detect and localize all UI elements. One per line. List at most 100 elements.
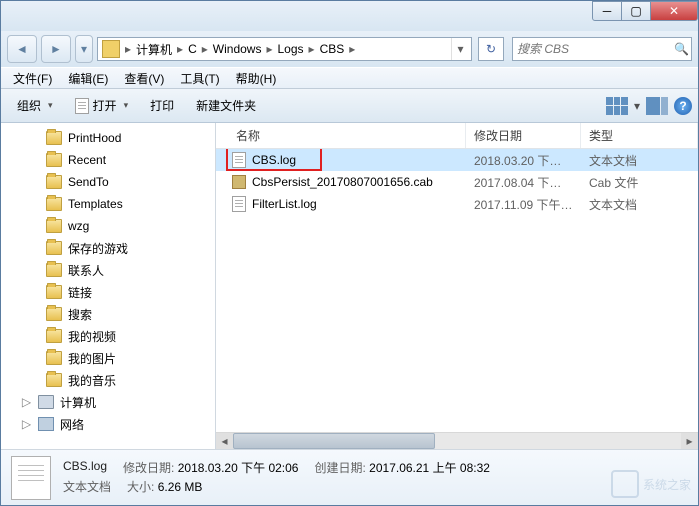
tree-item-label: 链接 bbox=[68, 284, 92, 301]
breadcrumb-cbs[interactable]: CBS bbox=[318, 38, 347, 60]
nav-row: ◄ ► ▾ ▸ 计算机 ▸ C ▸ Windows ▸ Logs ▸ CBS ▸… bbox=[1, 31, 698, 67]
preview-pane-button[interactable] bbox=[646, 97, 668, 115]
chevron-right-icon[interactable]: ▸ bbox=[174, 42, 186, 56]
details-pane: CBS.log 修改日期: 2018.03.20 下午 02:06 创建日期: … bbox=[1, 449, 698, 505]
organize-button[interactable]: 组织 bbox=[7, 93, 63, 118]
tree-item-label: 计算机 bbox=[60, 394, 96, 411]
folder-icon bbox=[46, 131, 62, 145]
file-type: Cab 文件 bbox=[581, 174, 698, 191]
scroll-thumb[interactable] bbox=[233, 433, 435, 449]
file-row[interactable]: CbsPersist_20170807001656.cab2017.08.04 … bbox=[216, 171, 698, 193]
view-mode-button[interactable] bbox=[606, 97, 628, 115]
file-icon bbox=[11, 456, 51, 500]
print-button[interactable]: 打印 bbox=[140, 93, 184, 118]
created-label: 创建日期: bbox=[314, 461, 365, 475]
chevron-right-icon[interactable]: ▸ bbox=[122, 42, 134, 56]
folder-icon bbox=[46, 219, 62, 233]
tree-item[interactable]: 搜索 bbox=[1, 303, 215, 325]
chevron-right-icon[interactable]: ▸ bbox=[199, 42, 211, 56]
breadcrumb-logs[interactable]: Logs bbox=[276, 38, 306, 60]
col-date[interactable]: 修改日期 bbox=[466, 123, 581, 148]
history-dropdown[interactable]: ▾ bbox=[75, 35, 93, 63]
file-icon bbox=[75, 98, 89, 114]
menu-view[interactable]: 查看(V) bbox=[116, 68, 172, 89]
tree-item-label: 我的音乐 bbox=[68, 372, 116, 389]
file-icon bbox=[232, 152, 246, 168]
address-dropdown[interactable]: ▾ bbox=[451, 38, 469, 60]
column-headers: 名称 修改日期 类型 bbox=[216, 123, 698, 149]
tree-item-label: Templates bbox=[68, 197, 123, 211]
search-icon[interactable]: 🔍 bbox=[674, 42, 689, 56]
chevron-right-icon[interactable]: ▸ bbox=[346, 42, 358, 56]
folder-icon bbox=[46, 153, 62, 167]
tree-item[interactable]: ▷ 计算机 bbox=[1, 391, 215, 413]
details-type: 文本文档 bbox=[63, 478, 111, 495]
tree-item[interactable]: 我的视频 bbox=[1, 325, 215, 347]
tree-item-label: SendTo bbox=[68, 175, 109, 189]
folder-icon bbox=[46, 285, 62, 299]
folder-icon bbox=[46, 241, 62, 255]
open-button[interactable]: 打开 bbox=[65, 93, 139, 118]
body: PrintHood Recent SendTo Templates wzg 保存的游戏联系… bbox=[1, 123, 698, 449]
close-button[interactable]: ✕ bbox=[650, 1, 698, 21]
refresh-button[interactable]: ↻ bbox=[478, 37, 504, 61]
tree-item[interactable]: 我的图片 bbox=[1, 347, 215, 369]
tree-item-label: 联系人 bbox=[68, 262, 104, 279]
chevron-right-icon[interactable]: ▸ bbox=[263, 42, 275, 56]
file-name: FilterList.log bbox=[252, 197, 317, 211]
col-name[interactable]: 名称 bbox=[216, 123, 466, 148]
tree-item[interactable]: 保存的游戏 bbox=[1, 237, 215, 259]
tree-item-label: wzg bbox=[68, 219, 89, 233]
expand-icon[interactable]: ▷ bbox=[21, 395, 32, 409]
file-name: CbsPersist_20170807001656.cab bbox=[252, 175, 433, 189]
size-label: 大小: bbox=[127, 480, 154, 494]
folder-icon bbox=[46, 263, 62, 277]
minimize-button[interactable]: ─ bbox=[592, 1, 622, 21]
folder-icon bbox=[46, 307, 62, 321]
horizontal-scrollbar[interactable]: ◂ ▸ bbox=[216, 432, 698, 449]
menu-tools[interactable]: 工具(T) bbox=[172, 68, 227, 89]
forward-button[interactable]: ► bbox=[41, 35, 71, 63]
back-button[interactable]: ◄ bbox=[7, 35, 37, 63]
search-box[interactable]: 🔍 bbox=[512, 37, 692, 61]
nav-tree[interactable]: PrintHood Recent SendTo Templates wzg 保存的游戏联系… bbox=[1, 123, 216, 449]
tree-item[interactable]: SendTo bbox=[1, 171, 215, 193]
tree-item-label: PrintHood bbox=[68, 131, 121, 145]
new-folder-button[interactable]: 新建文件夹 bbox=[186, 93, 266, 118]
tree-item-label: 我的图片 bbox=[68, 350, 116, 367]
search-input[interactable] bbox=[517, 42, 674, 56]
col-type[interactable]: 类型 bbox=[581, 123, 698, 148]
folder-icon bbox=[46, 351, 62, 365]
tree-item[interactable]: Templates bbox=[1, 193, 215, 215]
tree-item[interactable]: wzg bbox=[1, 215, 215, 237]
file-row[interactable]: CBS.log2018.03.20 下午 ...文本文档 bbox=[216, 149, 698, 171]
maximize-button[interactable]: ▢ bbox=[621, 1, 651, 21]
menu-file[interactable]: 文件(F) bbox=[5, 68, 60, 89]
menu-help[interactable]: 帮助(H) bbox=[228, 68, 285, 89]
help-button[interactable]: ? bbox=[674, 97, 692, 115]
scroll-right-arrow[interactable]: ▸ bbox=[681, 433, 698, 449]
breadcrumb-computer[interactable]: 计算机 bbox=[134, 38, 174, 60]
address-bar[interactable]: ▸ 计算机 ▸ C ▸ Windows ▸ Logs ▸ CBS ▸ ▾ bbox=[97, 37, 472, 61]
file-list[interactable]: CBS.log2018.03.20 下午 ...文本文档CbsPersist_2… bbox=[216, 149, 698, 432]
file-row[interactable]: FilterList.log2017.11.09 下午 ...文本文档 bbox=[216, 193, 698, 215]
tree-item[interactable]: 链接 bbox=[1, 281, 215, 303]
view-dropdown[interactable]: ▾ bbox=[634, 99, 640, 113]
tree-item-label: 网络 bbox=[60, 416, 84, 433]
file-name: CBS.log bbox=[252, 153, 296, 167]
file-type: 文本文档 bbox=[581, 152, 698, 169]
tree-item[interactable]: 联系人 bbox=[1, 259, 215, 281]
tree-item[interactable]: ▷ 网络 bbox=[1, 413, 215, 435]
chevron-right-icon[interactable]: ▸ bbox=[306, 42, 318, 56]
expand-icon[interactable]: ▷ bbox=[21, 417, 32, 431]
scroll-left-arrow[interactable]: ◂ bbox=[216, 433, 233, 449]
breadcrumb-windows[interactable]: Windows bbox=[211, 38, 264, 60]
tree-item[interactable]: 我的音乐 bbox=[1, 369, 215, 391]
moddate-label: 修改日期: bbox=[123, 461, 174, 475]
tree-item[interactable]: Recent bbox=[1, 149, 215, 171]
file-pane: 名称 修改日期 类型 CBS.log2018.03.20 下午 ...文本文档C… bbox=[216, 123, 698, 449]
file-icon bbox=[232, 196, 246, 212]
breadcrumb-c[interactable]: C bbox=[186, 38, 199, 60]
menu-edit[interactable]: 编辑(E) bbox=[60, 68, 116, 89]
tree-item[interactable]: PrintHood bbox=[1, 127, 215, 149]
